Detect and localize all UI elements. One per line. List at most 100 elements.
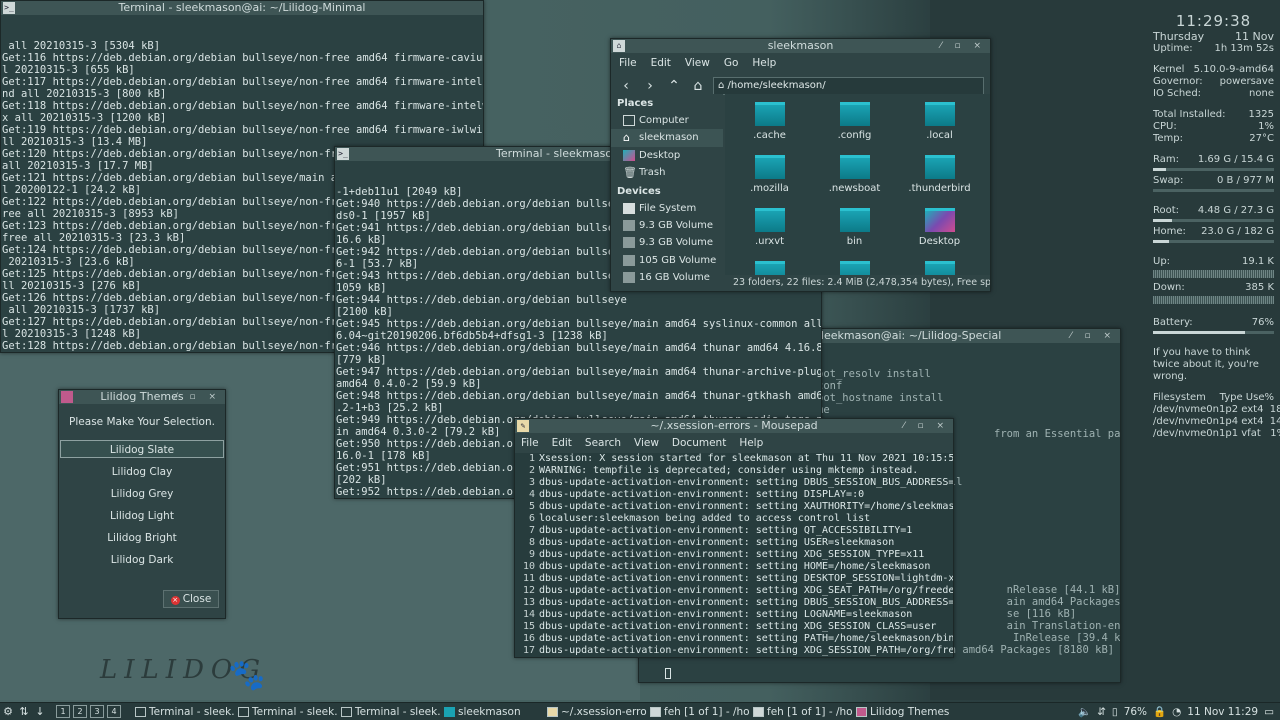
window-controls[interactable]: ⁄ ▫ × bbox=[1070, 329, 1116, 343]
place-computer[interactable]: Computer bbox=[611, 112, 723, 129]
task-themes[interactable]: Lilidog Themes bbox=[853, 704, 956, 720]
titlebar[interactable]: >_ Terminal - sleekmason@ai: ~/Lilidog-M… bbox=[1, 1, 483, 15]
lock-icon[interactable]: 🔒 bbox=[1153, 705, 1166, 718]
window-controls[interactable]: ⁄ ▫ × bbox=[175, 390, 221, 404]
folder-item[interactable]: .urxvt bbox=[727, 206, 812, 259]
device-volume[interactable]: 105 GB Volume bbox=[611, 252, 723, 269]
titlebar[interactable]: Lilidog Themes ⁄ ▫ × bbox=[59, 390, 225, 404]
file-manager-window[interactable]: ⌂ sleekmason ⁄ ▫ × File Edit View Go Hel… bbox=[610, 38, 991, 292]
sync-icon[interactable]: ⇵ bbox=[1097, 706, 1106, 718]
themes-dialog[interactable]: Lilidog Themes ⁄ ▫ × Please Make Your Se… bbox=[58, 389, 226, 619]
line-number: 2 bbox=[528, 465, 535, 476]
kernel-value: 5.10.0-9-amd64 bbox=[1193, 64, 1274, 75]
theme-option-slate[interactable]: Lilidog Slate bbox=[60, 440, 224, 458]
folder-item[interactable]: .newsboat bbox=[812, 153, 897, 206]
net-up-value: 19.1 K bbox=[1241, 256, 1274, 267]
battery-icon[interactable]: ▯ bbox=[1112, 706, 1118, 718]
location-bar[interactable]: ⌂ /home/sleekmason/ bbox=[713, 77, 984, 95]
device-volume[interactable]: 9.3 GB Volume bbox=[611, 234, 723, 251]
line-text: dbus-update-activation-environment: sett… bbox=[539, 537, 895, 548]
menu-edit[interactable]: Edit bbox=[651, 57, 671, 73]
dialog-prompt: Please Make Your Selection. bbox=[69, 416, 215, 428]
folder-item[interactable]: .cache bbox=[727, 100, 812, 153]
menu-view[interactable]: View bbox=[634, 437, 659, 453]
menu-view[interactable]: View bbox=[685, 57, 710, 73]
place-home[interactable]: ⌂ sleekmason bbox=[611, 129, 723, 147]
up-icon[interactable]: ⌃ bbox=[665, 78, 683, 94]
uptime-label: Uptime: bbox=[1153, 43, 1193, 54]
theme-option-bright[interactable]: Lilidog Bright bbox=[60, 528, 224, 546]
workspace-4[interactable]: 4 bbox=[107, 705, 121, 718]
window-controls[interactable]: ⁄ ▫ × bbox=[903, 419, 949, 433]
line-number: 5 bbox=[528, 501, 535, 512]
home-icon[interactable]: ⌂ bbox=[689, 78, 707, 94]
line-text: dbus-update-activation-environment: sett… bbox=[539, 525, 913, 536]
titlebar[interactable]: ⌂ sleekmason ⁄ ▫ × bbox=[611, 39, 990, 53]
workspace-2[interactable]: 2 bbox=[73, 705, 87, 718]
mousepad-icon bbox=[547, 706, 558, 717]
folder-item[interactable]: .config bbox=[812, 100, 897, 153]
download-icon[interactable]: ↓ bbox=[32, 705, 48, 718]
menu-document[interactable]: Document bbox=[672, 437, 726, 453]
tray-clock[interactable]: 11 Nov 11:29 bbox=[1187, 706, 1258, 718]
device-volume[interactable]: 9.3 GB Volume bbox=[611, 217, 723, 234]
folder-item[interactable]: Desktop bbox=[897, 206, 982, 259]
folder-item[interactable] bbox=[897, 259, 982, 275]
drive-icon bbox=[623, 202, 635, 214]
theme-option-grey[interactable]: Lilidog Grey bbox=[60, 484, 224, 502]
swap-label: Swap: bbox=[1153, 175, 1184, 186]
task-feh[interactable]: feh [1 of 1] - /ho... bbox=[647, 704, 750, 720]
menu-icon[interactable]: ⚙ bbox=[0, 705, 16, 718]
menu-file[interactable]: File bbox=[521, 437, 539, 453]
task-feh[interactable]: feh [1 of 1] - /ho... bbox=[750, 704, 853, 720]
folder-item[interactable] bbox=[727, 259, 812, 275]
line-number: 12 bbox=[522, 585, 535, 596]
folder-item[interactable]: .local bbox=[897, 100, 982, 153]
task-terminal[interactable]: Terminal - sleek... bbox=[132, 704, 235, 720]
theme-option-dark[interactable]: Lilidog Dark bbox=[60, 550, 224, 568]
close-button[interactable]: × Close bbox=[163, 590, 219, 608]
titlebar[interactable]: ✎ ~/.xsession-errors - Mousepad ⁄ ▫ × bbox=[515, 419, 953, 433]
menu-help[interactable]: Help bbox=[739, 437, 763, 453]
theme-option-light[interactable]: Lilidog Light bbox=[60, 506, 224, 524]
dialog-body: Please Make Your Selection. Lilidog Slat… bbox=[59, 416, 225, 568]
menu-help[interactable]: Help bbox=[752, 57, 776, 73]
task-terminal[interactable]: Terminal - sleek... bbox=[235, 704, 338, 720]
menu-file[interactable]: File bbox=[619, 57, 637, 73]
device-filesystem[interactable]: File System bbox=[611, 200, 723, 217]
folder-item[interactable]: .mozilla bbox=[727, 153, 812, 206]
menu-search[interactable]: Search bbox=[585, 437, 621, 453]
back-icon[interactable]: ‹ bbox=[617, 78, 635, 94]
task-label: Terminal - sleek... bbox=[252, 705, 338, 718]
notification-icon[interactable]: ▭ bbox=[1264, 706, 1274, 718]
home-value: 23.0 G / 182 G bbox=[1201, 226, 1274, 237]
device-volume[interactable]: 16 GB Volume bbox=[611, 269, 723, 286]
mousepad-window[interactable]: ✎ ~/.xsession-errors - Mousepad ⁄ ▫ × Fi… bbox=[514, 418, 954, 658]
line-number: 15 bbox=[522, 621, 535, 632]
trash-icon: 🗑 bbox=[623, 166, 637, 180]
theme-option-clay[interactable]: Lilidog Clay bbox=[60, 462, 224, 480]
window-controls[interactable]: ⁄ ▫ × bbox=[940, 39, 986, 53]
folder-item[interactable] bbox=[812, 259, 897, 275]
task-terminal[interactable]: Terminal - sleek... bbox=[338, 704, 441, 720]
windows-icon[interactable]: ⇅ bbox=[16, 705, 32, 718]
workspace-3[interactable]: 3 bbox=[90, 705, 104, 718]
place-trash[interactable]: 🗑 Trash bbox=[611, 164, 723, 181]
folder-icon bbox=[754, 261, 785, 275]
place-desktop[interactable]: Desktop bbox=[611, 147, 723, 164]
menu-edit[interactable]: Edit bbox=[552, 437, 572, 453]
menu-go[interactable]: Go bbox=[724, 57, 739, 73]
forward-icon[interactable]: › bbox=[641, 78, 659, 94]
task-mousepad[interactable]: ~/.xsession-erro... bbox=[544, 704, 647, 720]
task-file-manager[interactable]: sleekmason bbox=[441, 704, 544, 720]
volume-icon[interactable]: 🔈 bbox=[1078, 705, 1091, 718]
network-icon[interactable]: ◔ bbox=[1172, 706, 1181, 718]
line-number: 7 bbox=[528, 525, 535, 536]
menubar: File Edit Search View Document Help bbox=[515, 433, 953, 453]
folder-item[interactable]: .thunderbird bbox=[897, 153, 982, 206]
text-editor[interactable]: 1 Xsession: X session started for sleekma… bbox=[515, 453, 953, 657]
terminal-line: all 20210315-3 [5304 kB] bbox=[2, 40, 161, 52]
folder-item[interactable]: bin bbox=[812, 206, 897, 259]
workspace-1[interactable]: 1 bbox=[56, 705, 70, 718]
home-bar bbox=[1153, 240, 1274, 243]
